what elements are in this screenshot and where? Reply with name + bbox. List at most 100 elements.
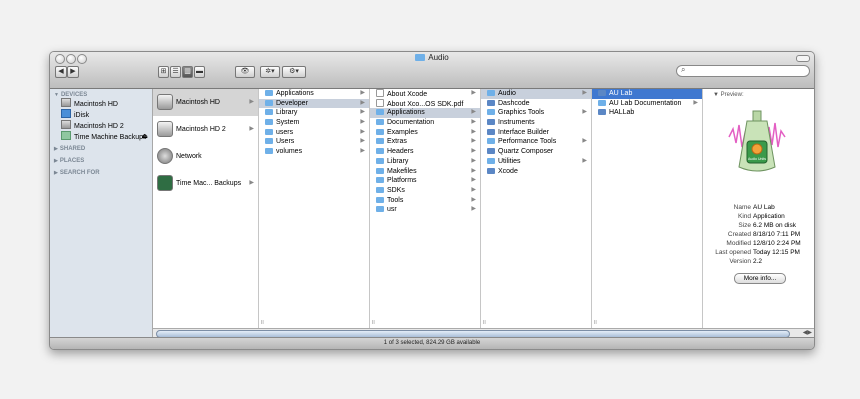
list-item[interactable]: Developer ▶: [259, 98, 369, 109]
folder-icon: [487, 109, 495, 116]
chevron-right-icon: ▶: [471, 206, 476, 213]
list-item[interactable]: usr ▶: [370, 205, 480, 215]
scroll-arrows-icon[interactable]: ◀▶: [803, 329, 812, 336]
list-view-button[interactable]: ☰: [170, 66, 181, 78]
chevron-right-icon: ▶: [471, 90, 476, 96]
list-item[interactable]: Xcode: [481, 167, 591, 177]
pdf-icon: [376, 98, 384, 107]
sidebar-item-time-machine[interactable]: Time Machine Backups ⏏: [50, 131, 152, 142]
chevron-right-icon: ▶: [249, 126, 254, 132]
list-item[interactable]: Quartz Composer: [481, 147, 591, 157]
list-item[interactable]: About Xco...OS SDK.pdf: [370, 98, 480, 109]
info-row-kind: Kind Application: [737, 213, 785, 220]
search-field[interactable]: ⌕: [676, 65, 810, 77]
disclosure-triangle-icon: ▶: [54, 170, 58, 176]
chevron-right-icon: ▶: [471, 148, 476, 155]
column-resize-handle[interactable]: II: [483, 320, 486, 326]
list-item[interactable]: Instruments: [481, 118, 591, 128]
list-item[interactable]: AU Lab: [592, 89, 702, 99]
arrange-menu-button[interactable]: ⚙▾: [282, 66, 306, 78]
chevron-right-icon: ▶: [249, 99, 254, 105]
list-item[interactable]: Examples ▶: [370, 128, 480, 138]
list-item[interactable]: Applications ▶: [370, 108, 480, 119]
icon-view-button[interactable]: ⊞: [158, 66, 169, 78]
hard-drive-icon: [157, 94, 173, 111]
list-item[interactable]: Users ▶: [259, 137, 369, 147]
list-item[interactable]: Macintosh HD ▶: [153, 89, 258, 116]
sidebar-item-idisk[interactable]: iDisk: [50, 109, 152, 120]
column-resize-handle[interactable]: II: [372, 320, 375, 326]
chevron-right-icon: ▶: [471, 109, 476, 116]
list-item[interactable]: Headers ▶: [370, 147, 480, 157]
sidebar: ▼ DEVICES Macintosh HD iDisk Macintosh HD…: [50, 89, 153, 338]
column-view-button[interactable]: ▥: [182, 66, 193, 78]
chevron-right-icon: ▶: [693, 99, 698, 106]
folder-icon: [265, 90, 273, 96]
sidebar-section-places[interactable]: ▶ PLACES: [54, 158, 152, 164]
toolbar-toggle-button[interactable]: [796, 55, 810, 62]
folder-icon: [376, 128, 384, 135]
list-item[interactable]: Platforms ▶: [370, 176, 480, 186]
quick-look-button[interactable]: 👁: [235, 66, 255, 78]
search-icon: ⌕: [681, 65, 686, 74]
more-info-button[interactable]: More info...: [734, 273, 786, 284]
sidebar-section-search-for[interactable]: ▶ SEARCH FOR: [54, 170, 152, 176]
list-item[interactable]: Dashcode: [481, 99, 591, 109]
folder-icon: [376, 138, 384, 145]
list-item[interactable]: Time Mac... Backups ▶: [153, 170, 258, 197]
chevron-right-icon: ▶: [471, 177, 476, 184]
column-developer: About Xcode ▶ About Xco...OS SDK.pdf Appl…: [370, 89, 481, 328]
folder-icon: [376, 167, 384, 174]
sidebar-item-macintosh-hd-2[interactable]: Macintosh HD 2: [50, 120, 152, 131]
column-applications: Audio ▶ Dashcode Graphics Tools ▶ Instrume…: [481, 89, 592, 328]
folder-icon: [376, 186, 384, 193]
list-item[interactable]: Extras ▶: [370, 137, 480, 147]
list-item[interactable]: Makefiles ▶: [370, 167, 480, 177]
info-row-name: Name AU Lab: [733, 204, 775, 211]
chevron-right-icon: ▶: [582, 90, 587, 96]
eject-icon[interactable]: ⏏: [141, 131, 148, 142]
chevron-right-icon: ▶: [360, 99, 365, 106]
column-resize-handle[interactable]: II: [261, 320, 264, 326]
list-item[interactable]: volumes ▶: [259, 147, 369, 157]
sidebar-item-macintosh-hd[interactable]: Macintosh HD: [50, 98, 152, 109]
folder-icon: [265, 119, 273, 126]
list-item[interactable]: Performance Tools ▶: [481, 137, 591, 147]
finder-window: Audio ◀ ▶ ⊞ ☰ ▥ ▬ 👁 ✲▾ ⚙▾ ⌕ ▼ DEVICES Mac…: [49, 51, 815, 350]
chevron-right-icon: ▶: [360, 148, 365, 155]
list-item[interactable]: Network: [153, 143, 258, 170]
list-item[interactable]: Graphics Tools ▶: [481, 108, 591, 118]
forward-button[interactable]: ▶: [67, 66, 79, 78]
list-item[interactable]: Audio ▶: [481, 89, 591, 99]
list-item[interactable]: Macintosh HD 2 ▶: [153, 116, 258, 143]
column-resize-handle[interactable]: II: [594, 320, 597, 326]
document-icon: [376, 89, 384, 97]
action-menu-button[interactable]: ✲▾: [260, 66, 280, 78]
column-audio: AU Lab AU Lab Documentation ▶ HALLab II: [592, 89, 703, 328]
list-item[interactable]: SDKs ▶: [370, 186, 480, 196]
list-item[interactable]: Tools ▶: [370, 196, 480, 206]
folder-icon: [376, 119, 384, 126]
list-item[interactable]: Interface Builder: [481, 128, 591, 138]
list-item[interactable]: Library ▶: [259, 108, 369, 118]
folder-icon: [265, 148, 273, 155]
list-item[interactable]: AU Lab Documentation ▶: [592, 99, 702, 109]
list-item[interactable]: System ▶: [259, 118, 369, 128]
coverflow-view-button[interactable]: ▬: [194, 66, 205, 78]
time-machine-icon: [157, 175, 173, 192]
list-item[interactable]: Documentation ▶: [370, 118, 480, 128]
list-item[interactable]: Utilities ▶: [481, 157, 591, 167]
chevron-right-icon: ▶: [360, 109, 365, 116]
list-item[interactable]: Applications ▶: [259, 89, 369, 99]
list-item[interactable]: About Xcode ▶: [370, 89, 480, 99]
folder-icon: [598, 99, 606, 106]
list-item[interactable]: users ▶: [259, 128, 369, 138]
au-lab-icon: [598, 90, 606, 96]
folder-icon: [265, 128, 273, 135]
instruments-icon: [487, 119, 495, 126]
list-item[interactable]: Library ▶: [370, 157, 480, 167]
sidebar-section-shared[interactable]: ▶ SHARED: [54, 146, 152, 152]
back-button[interactable]: ◀: [55, 66, 67, 78]
list-item[interactable]: HALLab: [592, 108, 702, 118]
folder-icon: [415, 54, 426, 61]
